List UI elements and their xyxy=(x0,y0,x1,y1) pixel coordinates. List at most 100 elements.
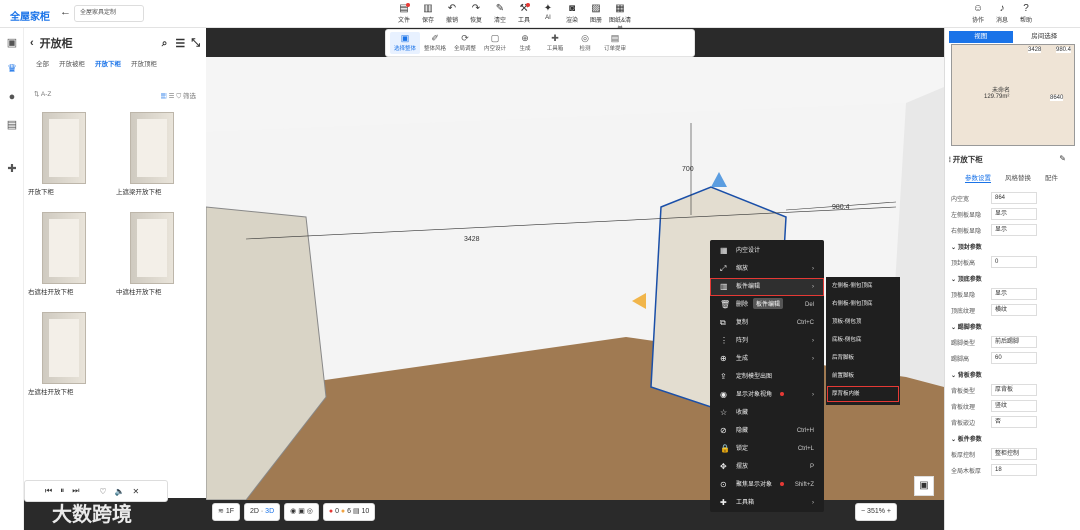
volume-icon[interactable]: 🔈 xyxy=(115,487,125,496)
menu-item[interactable]: ⇪ 定制模型出图 xyxy=(710,368,824,386)
menu-item[interactable]: ▥ 板件编辑 › xyxy=(710,278,824,296)
toolbar-button-3[interactable]: ▢ 内空设计 xyxy=(480,32,510,54)
property-input[interactable]: 60 xyxy=(991,352,1037,364)
mode-3d[interactable]: 3D xyxy=(265,508,274,515)
catalog-item[interactable]: 开放下柜 xyxy=(24,106,108,204)
menu-item[interactable]: 🔒 锁定 Ctrl+L xyxy=(710,440,824,458)
property-select[interactable]: 厚背板 xyxy=(991,384,1037,396)
floor-button[interactable]: ≋ 1F xyxy=(212,503,240,521)
grid-view-icon[interactable]: ▦ xyxy=(160,93,167,100)
sort-toggle[interactable]: ⇅ A-Z xyxy=(34,90,51,98)
submenu-item[interactable]: 厚背板内嵌 xyxy=(826,385,900,403)
property-input[interactable]: 0 xyxy=(991,256,1037,268)
toolbar-button-6[interactable]: ◎ 检测 xyxy=(570,32,600,54)
properties-tab-0[interactable]: 参数设置 xyxy=(965,172,991,183)
list-view-icon[interactable]: ☰ xyxy=(169,93,175,100)
menu-item[interactable]: ⊘ 隐藏 Ctrl+H xyxy=(710,422,824,440)
menu-item[interactable]: ⤢ 缩放 › xyxy=(710,260,824,278)
catalog-item[interactable]: 中遮柱开放下柜 xyxy=(112,206,196,304)
menu-item[interactable]: ⧉ 复制 Ctrl+C xyxy=(710,314,824,332)
property-select[interactable]: 显示 xyxy=(991,224,1037,236)
chevron-left-icon[interactable]: ‹ xyxy=(30,37,34,49)
mode-2d[interactable]: 2D xyxy=(250,508,259,515)
menu-item[interactable]: ☆ 收藏 xyxy=(710,404,824,422)
heart-icon[interactable]: ♡ xyxy=(99,487,106,496)
search-icon[interactable]: ⌕ xyxy=(162,38,168,49)
toolbox-icon: ✚ xyxy=(551,33,559,43)
catalog-item[interactable]: 右遮柱开放下柜 xyxy=(24,206,108,304)
property-row: 背板嵌边 否 xyxy=(951,414,1075,430)
toolbar-button-0[interactable]: ▣ 选择整体 xyxy=(390,32,420,54)
circle-icon[interactable]: ◎ xyxy=(307,508,313,515)
file-icon: ▤ xyxy=(399,3,409,14)
prev-icon[interactable]: ⏮ xyxy=(45,486,52,496)
edit-icon[interactable]: ✎ xyxy=(1059,154,1066,163)
submenu-item[interactable]: 顶板-侧包顶 xyxy=(826,313,900,331)
menu-shortcut: Shift+Z xyxy=(794,482,814,488)
menu-item[interactable]: ✚ 工具箱 › xyxy=(710,494,824,512)
zoom-in-icon[interactable]: + xyxy=(887,508,891,515)
toolbar-button-1[interactable]: ✐ 整体风格 xyxy=(420,32,450,54)
property-input[interactable]: 18 xyxy=(991,464,1037,476)
submenu-item[interactable]: 左侧板-侧包顶底 xyxy=(826,277,900,295)
property-select[interactable]: 否 xyxy=(991,416,1037,428)
menu-item[interactable]: ⋮ 阵列 › xyxy=(710,332,824,350)
menu-item[interactable]: ◉ 显示对象视角 › xyxy=(710,386,824,404)
toolbar-button-2[interactable]: ⟳ 全局调整 xyxy=(450,32,480,54)
layers-icon[interactable]: ▣ xyxy=(298,508,305,515)
property-select[interactable]: 前后踢脚 xyxy=(991,336,1037,348)
eye-icon[interactable]: ◉ xyxy=(290,508,296,515)
chevron-right-icon: › xyxy=(812,356,814,362)
toolbar-button-0[interactable]: ☺ 协作 xyxy=(966,3,990,24)
user-icon[interactable]: ● xyxy=(5,90,19,104)
list-icon[interactable]: ☰ xyxy=(175,37,185,50)
toolbar-button-2[interactable]: ? 帮助 xyxy=(1014,3,1038,24)
collapse-icon[interactable]: ⤡ xyxy=(191,37,200,50)
toolbar-button-7[interactable]: ▤ 订单提审 xyxy=(600,32,630,54)
project-select[interactable]: 全屋家具定制 xyxy=(74,5,144,22)
box-icon[interactable]: ▣ xyxy=(5,36,19,50)
submenu-item[interactable]: 右侧板-侧包顶底 xyxy=(826,295,900,313)
submenu-item[interactable]: 前置脚板 xyxy=(826,367,900,385)
catalog-tab-2[interactable]: 开放下柜 xyxy=(95,58,121,68)
back-arrow-icon[interactable]: ← xyxy=(60,6,71,18)
pause-icon[interactable]: ⏸ xyxy=(60,486,64,496)
property-select[interactable]: 竖纹 xyxy=(991,400,1037,412)
menu-item[interactable]: ⊕ 生成 › xyxy=(710,350,824,368)
catalog-item[interactable]: 上遮梁开放下柜 xyxy=(112,106,196,204)
property-select[interactable]: 横纹 xyxy=(991,304,1037,316)
crown-icon[interactable]: ♛ xyxy=(5,62,19,76)
zoom-out-icon[interactable]: − xyxy=(861,508,865,515)
catalog-tab-1[interactable]: 开放被柜 xyxy=(59,58,85,68)
toolbar-button-1[interactable]: ♪ 消息 xyxy=(990,3,1014,24)
submenu-item[interactable]: 底板-侧包底 xyxy=(826,331,900,349)
filter-icon[interactable]: ⛉ xyxy=(176,93,181,100)
catalog-tab-3[interactable]: 开放顶柜 xyxy=(131,58,157,68)
app-logo[interactable]: 全屋家柜 xyxy=(10,8,50,23)
camera-icon[interactable]: ▣ xyxy=(914,476,934,496)
tab-room-select[interactable]: 房间选择 xyxy=(1013,31,1077,43)
property-select[interactable]: 显示 xyxy=(991,208,1037,220)
tab-view[interactable]: 视图 xyxy=(949,31,1013,43)
properties-tab-1[interactable]: 风格替换 xyxy=(1005,172,1031,183)
catalog-tab-0[interactable]: 全部 xyxy=(36,58,49,68)
submenu-item[interactable]: 后背脚板 xyxy=(826,349,900,367)
menu-item[interactable]: ✥ 摆放 P xyxy=(710,458,824,476)
plugin-icon[interactable]: ✚ xyxy=(5,162,19,176)
menu-item[interactable]: ▦ 内空设计 xyxy=(710,242,824,260)
next-icon[interactable]: ⏭ xyxy=(72,486,79,496)
catalog-item[interactable]: 左遮柱开放下柜 xyxy=(24,306,108,404)
toolbar-button-5[interactable]: ✚ 工具箱 xyxy=(540,32,570,54)
property-input[interactable]: 864 xyxy=(991,192,1037,204)
property-select[interactable]: 整柜控制 xyxy=(991,448,1037,460)
properties-tab-2[interactable]: 配件 xyxy=(1045,172,1058,183)
toolbar-button-4[interactable]: ⊕ 生成 xyxy=(510,32,540,54)
close-icon[interactable]: ✕ xyxy=(133,487,140,496)
floor-plan-minimap[interactable]: 未命名 129.79m² 3428 980.4 8640 xyxy=(951,44,1075,146)
property-select[interactable]: 显示 xyxy=(991,288,1037,300)
zoom-level[interactable]: 351 xyxy=(867,508,879,515)
menu-item[interactable]: ⊙ 聚焦显示对象 Shift+Z xyxy=(710,476,824,494)
bus-icon[interactable]: ▤ xyxy=(5,118,19,132)
filter-label[interactable]: 筛选 xyxy=(183,93,196,100)
status-counts[interactable]: ● 0 ● 6 ▤ 10 xyxy=(322,503,376,521)
